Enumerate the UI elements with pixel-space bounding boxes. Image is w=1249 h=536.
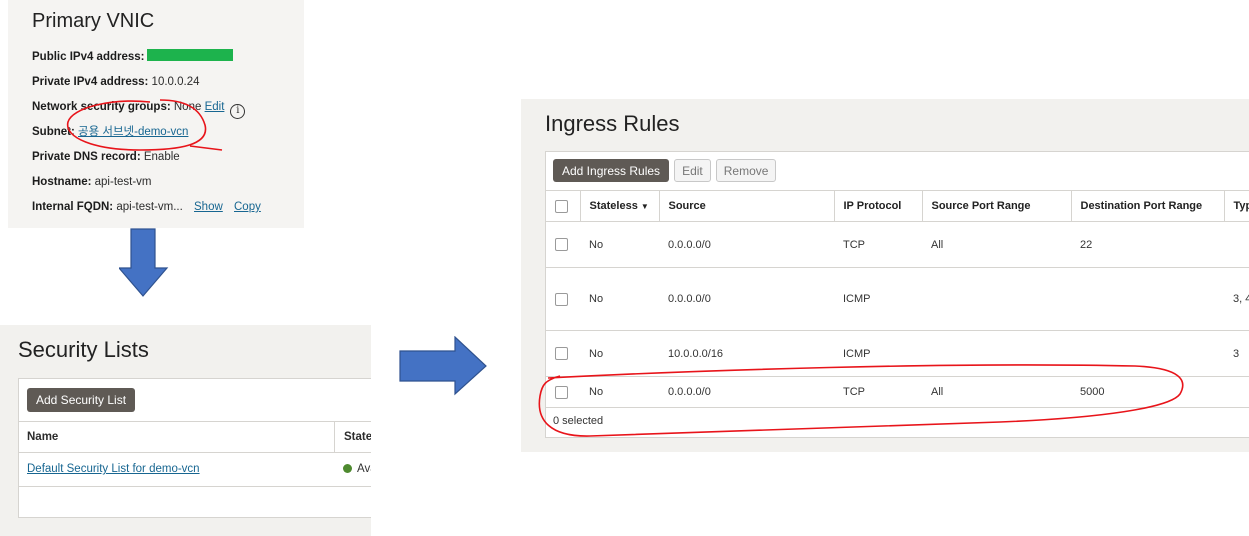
row-checkbox[interactable]: [555, 385, 568, 399]
add-ingress-rules-button[interactable]: Add Ingress Rules: [553, 159, 670, 182]
column-header-ip-protocol[interactable]: IP Protocol: [833, 190, 922, 222]
ingress-toolbar: Add Ingress Rules Edit Remove: [553, 159, 777, 183]
column-header-state[interactable]: State: [334, 422, 371, 452]
redacted-ip-block: [146, 49, 233, 61]
security-lists-header: Name State: [19, 421, 371, 453]
column-header-type[interactable]: Typ: [1223, 190, 1249, 222]
private-ipv4-row: Private IPv4 address: 10.0.0.24: [32, 70, 280, 95]
arrow-down-icon: [119, 228, 169, 297]
caret-down-icon: ▼: [640, 202, 649, 211]
security-lists-table-container: Add Security List Name State Default Sec…: [18, 378, 371, 518]
edit-button[interactable]: Edit: [674, 159, 711, 182]
subnet-label: Subnet:: [32, 126, 75, 138]
security-lists-panel: Security Lists Add Security List Name St…: [0, 325, 371, 536]
row-select-cell: [546, 376, 580, 408]
security-list-link[interactable]: Default Security List for demo-vcn: [27, 463, 200, 475]
state-cell: Ava: [343, 463, 371, 475]
source-cell: 0.0.0.0/0: [659, 267, 834, 331]
primary-vnic-panel: Primary VNIC Public IPv4 address: Privat…: [8, 0, 304, 228]
status-dot-icon: [343, 464, 352, 473]
table-row: Default Security List for demo-vcn Ava: [19, 453, 371, 487]
ingress-rules-title: Ingress Rules: [545, 111, 680, 136]
source-port-cell: All: [922, 221, 1071, 268]
table-row: No 0.0.0.0/0 TCP All 5000: [546, 376, 1249, 408]
table-row: No 0.0.0.0/0 ICMP 3, 4: [546, 267, 1249, 331]
security-lists-title: Security Lists: [18, 337, 149, 362]
row-checkbox[interactable]: [555, 292, 568, 306]
composite-screenshot: Primary VNIC Public IPv4 address: Privat…: [0, 0, 1249, 536]
nsg-row: Network security groups: None Edit i: [32, 95, 280, 120]
stateless-cell: No: [580, 376, 659, 408]
fqdn-label: Internal FQDN:: [32, 201, 114, 213]
row-checkbox[interactable]: [555, 238, 568, 251]
protocol-cell: TCP: [834, 221, 922, 268]
dns-row: Private DNS record: Enable: [32, 145, 280, 170]
source-port-cell: [922, 330, 1071, 377]
ingress-rules-table: Stateless ▼ Source IP Protocol Source Por…: [546, 190, 1249, 408]
stateless-cell: No: [580, 221, 659, 268]
stateless-cell: No: [580, 330, 659, 377]
fqdn-copy-link[interactable]: Copy: [234, 201, 261, 213]
type-cell: [1224, 376, 1249, 408]
state-value: Ava: [357, 463, 371, 475]
table-header-row: Stateless ▼ Source IP Protocol Source Por…: [546, 190, 1249, 222]
column-header-destination-port-range[interactable]: Destination Port Range: [1070, 190, 1224, 222]
stateless-cell: No: [580, 267, 659, 331]
destination-port-cell: 5000: [1071, 376, 1224, 408]
hostname-value: api-test-vm: [94, 176, 152, 188]
table-row: No 0.0.0.0/0 TCP All 22: [546, 221, 1249, 268]
source-port-cell: [922, 267, 1071, 331]
private-ipv4-value: 10.0.0.24: [151, 76, 200, 88]
protocol-cell: ICMP: [834, 267, 922, 331]
ingress-rules-table-container: Add Ingress Rules Edit Remove Stateless ▼ S…: [545, 151, 1249, 438]
destination-port-cell: [1071, 267, 1224, 331]
select-all-cell: [546, 190, 580, 222]
row-checkbox[interactable]: [555, 347, 568, 360]
selection-count: 0 selected: [553, 415, 604, 427]
vnic-title: Primary VNIC: [32, 10, 155, 32]
ingress-rules-panel: Ingress Rules Add Ingress Rules Edit Remov…: [521, 99, 1249, 452]
nsg-label: Network security groups:: [32, 101, 171, 113]
hostname-row: Hostname: api-test-vm: [32, 170, 280, 195]
dns-value: Enable: [143, 151, 180, 163]
nsg-edit-link[interactable]: Edit: [205, 101, 225, 113]
arrow-right-icon: [399, 336, 487, 396]
fqdn-row: Internal FQDN: api-test-vm... Show Copy: [32, 195, 280, 220]
source-cell: 0.0.0.0/0: [659, 221, 834, 268]
destination-port-cell: [1071, 330, 1224, 377]
stateless-header-label: Stateless: [589, 200, 638, 212]
column-header-name[interactable]: Name: [27, 431, 58, 443]
subnet-row: Subnet: 공용 서브넷-demo-vcn: [32, 120, 280, 145]
type-cell: 3: [1224, 330, 1249, 377]
select-all-checkbox[interactable]: [555, 199, 568, 213]
public-ipv4-row: Public IPv4 address:: [32, 45, 280, 70]
remove-button[interactable]: Remove: [715, 159, 777, 182]
subnet-link[interactable]: 공용 서브넷-demo-vcn: [78, 126, 188, 138]
fqdn-value: api-test-vm...: [116, 201, 183, 213]
source-cell: 10.0.0.0/16: [659, 330, 834, 377]
dns-label: Private DNS record:: [32, 151, 141, 163]
column-header-stateless[interactable]: Stateless ▼: [579, 190, 659, 222]
source-cell: 0.0.0.0/0: [659, 376, 834, 408]
destination-port-cell: 22: [1071, 221, 1224, 268]
fqdn-show-link[interactable]: Show: [194, 201, 223, 213]
column-header-source[interactable]: Source: [658, 190, 834, 222]
row-select-cell: [546, 221, 580, 268]
row-select-cell: [546, 267, 580, 331]
row-select-cell: [546, 330, 580, 377]
public-ipv4-label: Public IPv4 address:: [32, 51, 145, 63]
nsg-value: None: [173, 101, 202, 113]
hostname-label: Hostname:: [32, 176, 92, 188]
add-security-list-button[interactable]: Add Security List: [27, 388, 136, 412]
type-cell: 3, 4: [1224, 267, 1249, 331]
private-ipv4-label: Private IPv4 address:: [32, 76, 149, 88]
type-cell: [1224, 221, 1249, 268]
info-icon[interactable]: i: [230, 104, 246, 119]
protocol-cell: ICMP: [834, 330, 922, 377]
table-row: No 10.0.0.0/16 ICMP 3: [546, 330, 1249, 377]
source-port-cell: All: [922, 376, 1071, 408]
protocol-cell: TCP: [834, 376, 922, 408]
column-header-source-port-range[interactable]: Source Port Range: [921, 190, 1071, 222]
